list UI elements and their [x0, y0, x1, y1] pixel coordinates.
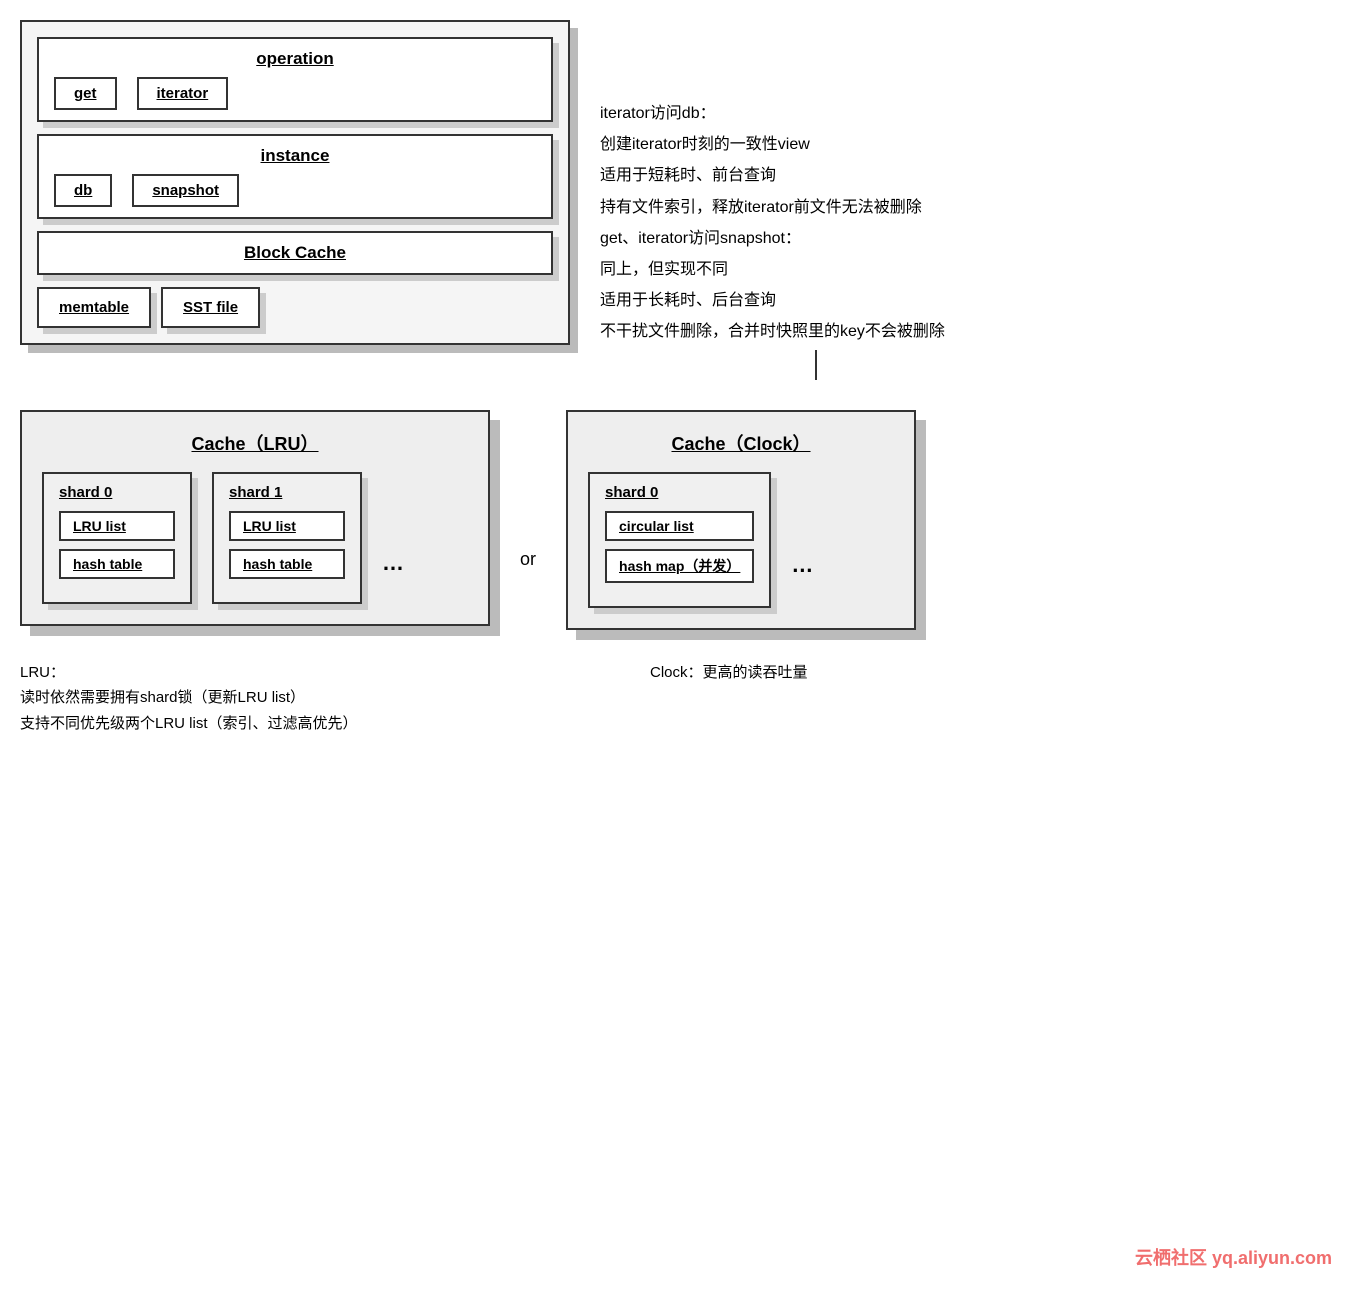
- right-line-0: iterator访问db：: [600, 100, 1342, 127]
- clock-shard-0-item-1: hash map（并发）: [605, 549, 754, 583]
- lru-cache-box: Cache（LRU） shard 0 LRU list hash table s…: [20, 410, 490, 626]
- lru-shard-0-item-0: LRU list: [59, 511, 175, 541]
- main-diagram: operation get iterator instance db snaps…: [20, 20, 570, 350]
- lru-desc-line-1: 读时依然需要拥有shard锁（更新LRU list）: [20, 685, 540, 711]
- lru-shard-1-item-1: hash table: [229, 549, 345, 579]
- top-section: operation get iterator instance db snaps…: [0, 0, 1362, 350]
- memtable-sst-row: memtable SST file: [37, 287, 553, 328]
- lru-shard-1-item-0: LRU list: [229, 511, 345, 541]
- operation-box: operation get iterator: [37, 37, 553, 122]
- watermark: 云栖社区 yq.aliyun.com: [1135, 1244, 1332, 1270]
- block-cache-box: Block Cache: [37, 231, 553, 275]
- clock-cache-title: Cache（Clock）: [588, 430, 894, 456]
- lru-shard-1-title: shard 1: [229, 484, 345, 501]
- right-line-2: 适用于短耗时、前台查询: [600, 162, 1342, 189]
- iterator-box: iterator: [137, 77, 229, 110]
- connector: [0, 350, 1362, 380]
- get-box: get: [54, 77, 117, 110]
- outer-box: operation get iterator instance db snaps…: [20, 20, 570, 345]
- lru-ellipsis: …: [382, 500, 404, 576]
- clock-desc-line-0: Clock：更高的读吞吐量: [650, 660, 1342, 686]
- clock-cache-box: Cache（Clock） shard 0 circular list hash …: [566, 410, 916, 630]
- right-line-4: get、iterator访问snapshot：: [600, 225, 1342, 252]
- sst-file-box: SST file: [161, 287, 260, 328]
- db-box: db: [54, 174, 112, 207]
- instance-box: instance db snapshot: [37, 134, 553, 219]
- lru-cache-title: Cache（LRU）: [42, 430, 468, 456]
- right-line-5: 同上，但实现不同: [600, 256, 1342, 283]
- instance-title: instance: [54, 146, 536, 166]
- clock-shard-0-title: shard 0: [605, 484, 754, 501]
- instance-items-row: db snapshot: [54, 174, 536, 207]
- desc-section: LRU： 读时依然需要拥有shard锁（更新LRU list） 支持不同优先级两…: [0, 650, 1362, 737]
- clock-cache-shards: shard 0 circular list hash map（并发） …: [588, 472, 894, 608]
- lru-shard-1-box: shard 1 LRU list hash table: [212, 472, 362, 604]
- clock-ellipsis: …: [791, 502, 813, 578]
- memtable-box: memtable: [37, 287, 151, 328]
- lru-desc-line-0: LRU：: [20, 660, 540, 686]
- lru-shard-0-box: shard 0 LRU list hash table: [42, 472, 192, 604]
- operation-items-row: get iterator: [54, 77, 536, 110]
- right-line-3: 持有文件索引，释放iterator前文件无法被删除: [600, 194, 1342, 221]
- snapshot-box: snapshot: [132, 174, 239, 207]
- clock-shard-0-box: shard 0 circular list hash map（并发）: [588, 472, 771, 608]
- right-line-1: 创建iterator时刻的一致性view: [600, 131, 1342, 158]
- bottom-section: Cache（LRU） shard 0 LRU list hash table s…: [0, 380, 1362, 650]
- lru-desc-line-2: 支持不同优先级两个LRU list（索引、过滤高优先）: [20, 711, 540, 737]
- right-line-6: 适用于长耗时、后台查询: [600, 287, 1342, 314]
- right-text-panel: iterator访问db： 创建iterator时刻的一致性view 适用于短耗…: [600, 20, 1342, 350]
- lru-cache-shards: shard 0 LRU list hash table shard 1 LRU …: [42, 472, 468, 604]
- clock-desc: Clock：更高的读吞吐量: [570, 660, 1342, 737]
- operation-title: operation: [54, 49, 536, 69]
- lru-desc: LRU： 读时依然需要拥有shard锁（更新LRU list） 支持不同优先级两…: [20, 660, 540, 737]
- right-line-7: 不干扰文件删除，合并时快照里的key不会被删除: [600, 318, 1342, 345]
- clock-shard-0-item-0: circular list: [605, 511, 754, 541]
- lru-shard-0-item-1: hash table: [59, 549, 175, 579]
- or-label: or: [520, 469, 536, 570]
- lru-shard-0-title: shard 0: [59, 484, 175, 501]
